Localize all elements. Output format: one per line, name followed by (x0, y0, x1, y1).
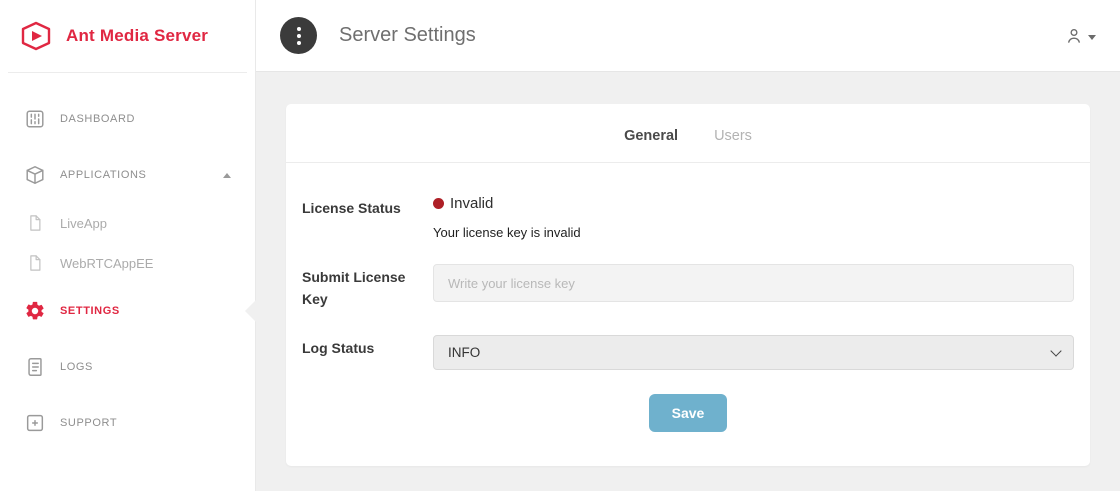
license-status-detail: Your license key is invalid (433, 225, 1074, 240)
top-header: Server Settings (256, 0, 1120, 72)
log-status-select[interactable]: INFO (433, 335, 1074, 370)
sidebar-item-label: APPLICATIONS (60, 169, 146, 181)
file-icon (26, 214, 44, 232)
page-title: Server Settings (339, 24, 476, 47)
log-status-label: Log Status (302, 335, 433, 359)
sidebar-item-label: SUPPORT (60, 417, 117, 429)
sidebar-item-label: SETTINGS (60, 305, 120, 317)
applications-icon (24, 164, 46, 186)
settings-tabs: General Users (286, 128, 1090, 163)
log-status-row: Log Status INFO (302, 335, 1074, 370)
sidebar-item-logs[interactable]: LOGS (0, 339, 255, 395)
kebab-menu-icon (297, 27, 301, 31)
sidebar-item-label: LiveApp (60, 216, 107, 231)
sidebar-item-label: DASHBOARD (60, 113, 135, 125)
sidebar-item-label: LOGS (60, 361, 93, 373)
ant-media-logo-icon (16, 20, 56, 52)
sidebar-item-label: WebRTCAppEE (60, 256, 153, 271)
support-icon (24, 412, 46, 434)
sidebar: Ant Media Server DASHBOARD APPLICATIONS (0, 0, 256, 491)
main-content: General Users License Status Invalid You… (256, 72, 1120, 491)
file-icon (26, 254, 44, 272)
logs-icon (24, 356, 46, 378)
active-item-notch (245, 300, 256, 322)
sidebar-item-webrtcappee[interactable]: WebRTCAppEE (0, 243, 255, 283)
tab-general[interactable]: General (624, 128, 678, 144)
collapse-caret-icon (223, 173, 231, 178)
license-status-value: Invalid (450, 195, 493, 212)
sidebar-divider (8, 72, 247, 73)
chevron-down-icon (1088, 35, 1096, 40)
user-menu-button[interactable] (1064, 26, 1096, 46)
brand-name: Ant Media Server (66, 26, 208, 46)
sidebar-item-support[interactable]: SUPPORT (0, 395, 255, 451)
license-key-input[interactable] (433, 264, 1074, 302)
kebab-menu-button[interactable] (280, 17, 317, 54)
sidebar-item-dashboard[interactable]: DASHBOARD (0, 91, 255, 147)
settings-card: General Users License Status Invalid You… (286, 104, 1090, 466)
settings-form: License Status Invalid Your license key … (286, 163, 1090, 432)
status-dot-icon (433, 198, 444, 209)
brand-logo[interactable]: Ant Media Server (0, 0, 255, 72)
license-status: Invalid (433, 195, 1074, 212)
tab-users[interactable]: Users (714, 128, 752, 144)
submit-license-row: Submit License Key (302, 264, 1074, 311)
gear-icon (24, 300, 46, 322)
sidebar-item-settings[interactable]: SETTINGS (0, 283, 255, 339)
license-status-label: License Status (302, 195, 433, 219)
save-button[interactable]: Save (649, 394, 728, 432)
sidebar-item-applications[interactable]: APPLICATIONS (0, 147, 255, 203)
dashboard-icon (24, 108, 46, 130)
sidebar-item-liveapp[interactable]: LiveApp (0, 203, 255, 243)
license-status-row: License Status Invalid Your license key … (302, 195, 1074, 240)
user-icon (1064, 26, 1084, 46)
submit-license-label: Submit License Key (302, 264, 433, 311)
